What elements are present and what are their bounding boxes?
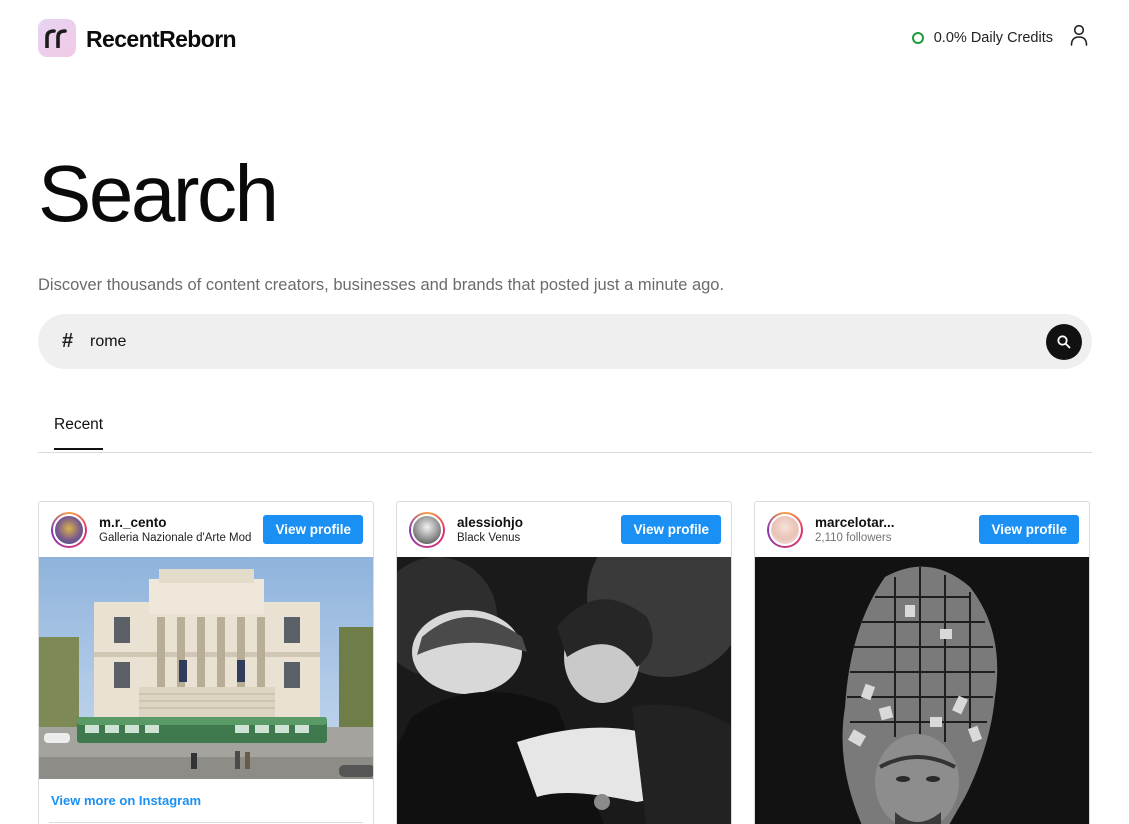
search-input[interactable] xyxy=(90,326,1030,358)
user-icon[interactable] xyxy=(1069,24,1089,48)
card-header: alessiohjo Black Venus View profile xyxy=(397,502,731,557)
post-card: m.r._cento Galleria Nazionale d'Arte Mod… xyxy=(38,501,374,824)
avatar[interactable] xyxy=(409,512,445,548)
daily-credits: 0.0% Daily Credits xyxy=(911,30,1053,46)
card-header: marcelotar... 2,110 followers View profi… xyxy=(755,502,1089,557)
page-title: Search xyxy=(38,149,279,238)
card-header: m.r._cento Galleria Nazionale d'Arte Mod… xyxy=(39,502,373,557)
username[interactable]: m.r._cento xyxy=(99,515,167,530)
search-bar: # xyxy=(38,314,1092,369)
view-profile-button[interactable]: View profile xyxy=(979,515,1079,544)
post-card: marcelotar... 2,110 followers View profi… xyxy=(754,501,1090,824)
logo-icon[interactable] xyxy=(38,19,76,57)
page-subtitle: Discover thousands of content creators, … xyxy=(38,276,725,294)
view-profile-button[interactable]: View profile xyxy=(263,515,363,544)
username[interactable]: alessiohjo xyxy=(457,515,523,530)
post-image[interactable] xyxy=(39,557,373,779)
credits-label: 0.0% Daily Credits xyxy=(933,30,1053,46)
hashtag-icon: # xyxy=(62,330,74,352)
avatar[interactable] xyxy=(51,512,87,548)
search-button[interactable] xyxy=(1046,324,1082,360)
credit-status-icon xyxy=(911,32,924,44)
view-more-link[interactable]: View more on Instagram xyxy=(51,793,201,808)
post-card: alessiohjo Black Venus View profile xyxy=(396,501,732,824)
followers-count: 2,110 followers xyxy=(815,532,892,544)
location-label[interactable]: Galleria Nazionale d'Arte Moderna xyxy=(99,532,251,544)
post-image[interactable] xyxy=(397,557,731,824)
username[interactable]: marcelotar... xyxy=(815,515,895,530)
result-tabs: Recent xyxy=(38,404,1092,453)
card-divider xyxy=(49,822,363,823)
location-label[interactable]: Black Venus xyxy=(457,532,609,544)
search-icon xyxy=(1057,335,1071,349)
post-image[interactable] xyxy=(755,557,1089,824)
top-header: RecentReborn 0.0% Daily Credits xyxy=(0,0,1129,80)
tab-recent[interactable]: Recent xyxy=(54,416,104,450)
avatar[interactable] xyxy=(767,512,803,548)
app-name[interactable]: RecentReborn xyxy=(86,26,237,53)
view-profile-button[interactable]: View profile xyxy=(621,515,721,544)
